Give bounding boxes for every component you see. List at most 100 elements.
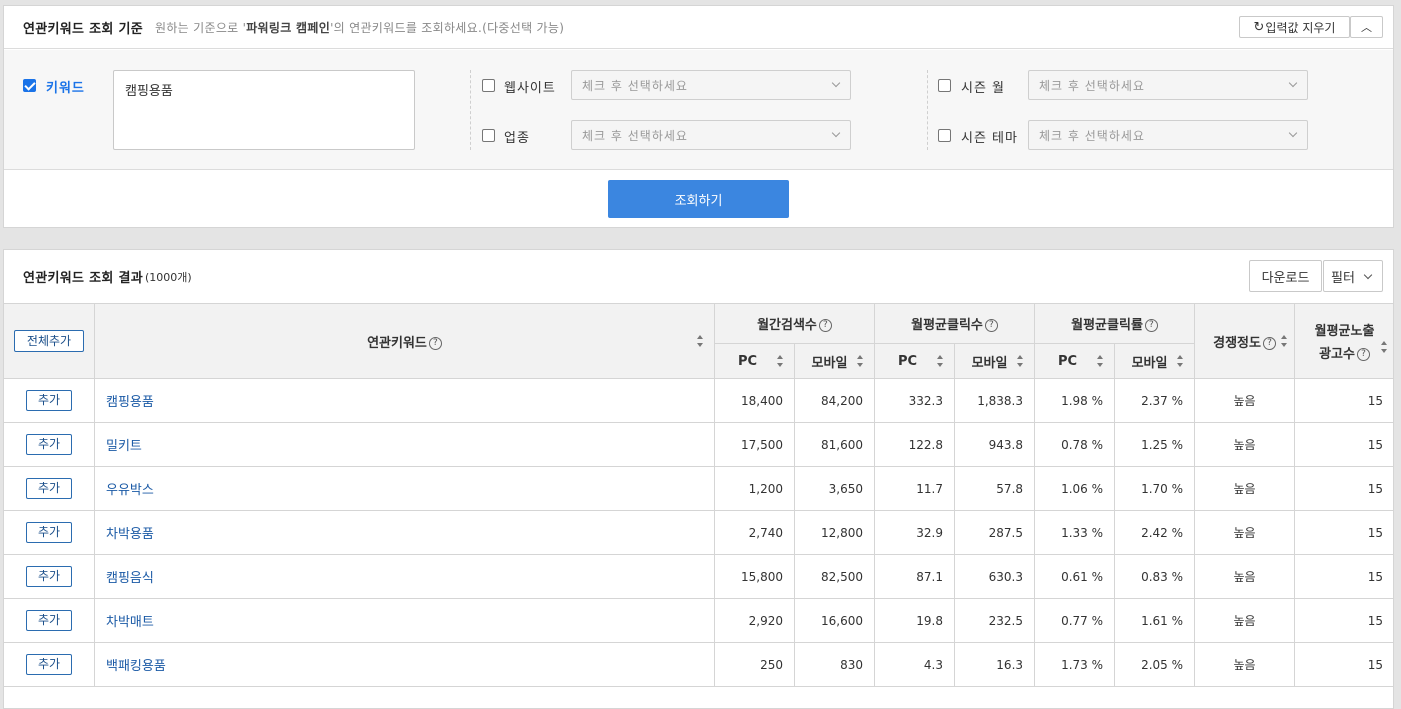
ads-cell: 15	[1294, 378, 1393, 423]
sort-icon[interactable]	[1381, 341, 1388, 353]
season-month-checkbox[interactable]	[938, 79, 951, 92]
pc-search-header[interactable]: PC	[714, 343, 795, 379]
add-keyword-button[interactable]: 추가	[26, 566, 72, 587]
keyword-cell[interactable]: 백패킹용품	[94, 642, 715, 687]
mobile-search-cell: 830	[794, 642, 875, 687]
competition-header[interactable]: 경쟁정도?	[1194, 303, 1296, 379]
download-button[interactable]: 다운로드	[1249, 260, 1322, 292]
add-keyword-button[interactable]: 추가	[26, 478, 72, 499]
pc-search-cell: 250	[714, 642, 795, 687]
keyword-cell[interactable]: 캠핑용품	[94, 378, 715, 423]
table-row: 추가 밀키트 17,500 81,600 122.8 943.8 0.78 % …	[4, 422, 1393, 467]
avg-ads-header[interactable]: 월평균노출 광고수?	[1294, 303, 1393, 379]
website-checkbox[interactable]	[482, 79, 495, 92]
competition-label: 경쟁정도	[1213, 335, 1261, 351]
avg-ads-label-line1: 월평균노출	[1314, 324, 1375, 339]
keyword-cell[interactable]: 차박매트	[94, 598, 715, 643]
pc-search-cell: 2,920	[714, 598, 795, 643]
sort-icon[interactable]	[1017, 355, 1024, 367]
add-keyword-button[interactable]: 추가	[26, 522, 72, 543]
avg-ctr-header: 월평균클릭률?	[1034, 303, 1196, 344]
add-cell: 추가	[4, 510, 95, 555]
competition-cell: 높음	[1194, 510, 1296, 555]
season-theme-checkbox[interactable]	[938, 129, 951, 142]
chevron-down-icon	[1288, 128, 1298, 138]
keyword-cell[interactable]: 우유박스	[94, 466, 715, 511]
season-theme-select-placeholder: 체크 후 선택하세요	[1039, 128, 1145, 143]
sort-icon[interactable]	[1281, 335, 1288, 347]
reset-input-button[interactable]: ↻ 입력값 지우기	[1239, 16, 1350, 38]
sort-icon[interactable]	[937, 355, 944, 367]
add-cell: 추가	[4, 422, 95, 467]
industry-select-placeholder: 체크 후 선택하세요	[582, 128, 688, 143]
help-icon[interactable]: ?	[428, 336, 442, 350]
search-button[interactable]: 조회하기	[608, 180, 789, 218]
table-row: 추가 캠핑용품 18,400 84,200 332.3 1,838.3 1.98…	[4, 378, 1393, 423]
sort-icon[interactable]	[857, 355, 864, 367]
website-select[interactable]: 체크 후 선택하세요	[571, 70, 851, 100]
add-cell: 추가	[4, 378, 95, 423]
add-keyword-button[interactable]: 추가	[26, 654, 72, 675]
add-cell: 추가	[4, 598, 95, 643]
pc-search-cell: 2,740	[714, 510, 795, 555]
add-cell: 추가	[4, 466, 95, 511]
chevron-down-icon	[831, 128, 841, 138]
help-icon[interactable]: ?	[818, 319, 832, 332]
mobile-ctr-header[interactable]: 모바일	[1114, 343, 1196, 379]
filter-label: 필터	[1331, 270, 1355, 286]
search-panel-description: 원하는 기준으로 '파워링크 캠페인'의 연관키워드를 조회하세요.(다중선택 …	[155, 19, 564, 36]
mobile-search-header[interactable]: 모바일	[794, 343, 875, 379]
help-icon[interactable]: ?	[1262, 336, 1276, 350]
add-cell: 추가	[4, 554, 95, 599]
pc-ctr-cell: 1.33 %	[1034, 510, 1116, 555]
mobile-clicks-cell: 630.3	[953, 554, 1036, 599]
mobile-clicks-cell: 16.3	[953, 642, 1036, 687]
help-icon[interactable]: ?	[1144, 319, 1158, 332]
keyword-column-header[interactable]: 연관키워드?	[94, 303, 715, 379]
sort-icon[interactable]	[1177, 355, 1184, 367]
pc-clicks-header[interactable]: PC	[874, 343, 955, 379]
add-keyword-button[interactable]: 추가	[26, 390, 72, 411]
keyword-textarea[interactable]: 캠핑용품	[113, 70, 415, 150]
collapse-button[interactable]: ︿	[1350, 16, 1383, 38]
mobile-search-cell: 81,600	[794, 422, 875, 467]
add-all-button[interactable]: 전체추가	[14, 330, 84, 352]
avg-clicks-header: 월평균클릭수?	[873, 303, 1036, 344]
competition-cell: 높음	[1194, 598, 1296, 643]
mobile-clicks-header[interactable]: 모바일	[953, 343, 1036, 379]
table-row: 추가 캠핑음식 15,800 82,500 87.1 630.3 0.61 % …	[4, 554, 1393, 599]
keyword-cell[interactable]: 캠핑음식	[94, 554, 715, 599]
pc-clicks-cell: 87.1	[874, 554, 955, 599]
help-icon[interactable]: ?	[1356, 348, 1370, 361]
sort-icon[interactable]	[777, 355, 784, 367]
season-theme-select[interactable]: 체크 후 선택하세요	[1028, 120, 1308, 150]
keyword-cell[interactable]: 밀키트	[94, 422, 715, 467]
results-panel: 연관키워드 조회 결과 (1000개) 다운로드 필터 전체추가 연관키워드?	[3, 249, 1394, 709]
pc-search-cell: 18,400	[714, 378, 795, 423]
pc-ctr-header[interactable]: PC	[1034, 343, 1116, 379]
mobile-ctr-cell: 2.05 %	[1114, 642, 1196, 687]
filter-dropdown[interactable]: 필터	[1323, 260, 1383, 292]
add-keyword-button[interactable]: 추가	[26, 610, 72, 631]
chevron-up-icon: ︿	[1361, 21, 1372, 34]
sort-icon[interactable]	[697, 335, 704, 347]
help-icon[interactable]: ?	[984, 319, 998, 332]
keyword-checkbox[interactable]	[23, 79, 36, 92]
industry-checkbox[interactable]	[482, 129, 495, 142]
mobile-clicks-cell: 287.5	[953, 510, 1036, 555]
season-month-select[interactable]: 체크 후 선택하세요	[1028, 70, 1308, 100]
pc-clicks-cell: 32.9	[874, 510, 955, 555]
sort-icon[interactable]	[1097, 355, 1104, 367]
industry-select[interactable]: 체크 후 선택하세요	[571, 120, 851, 150]
table-row: 추가 차박매트 2,920 16,600 19.8 232.5 0.77 % 1…	[4, 598, 1393, 643]
ads-cell: 15	[1294, 598, 1393, 643]
table-row: 추가 차박용품 2,740 12,800 32.9 287.5 1.33 % 2…	[4, 510, 1393, 555]
pc-ctr-cell: 0.61 %	[1034, 554, 1116, 599]
mobile-search-cell: 82,500	[794, 554, 875, 599]
results-title: 연관키워드 조회 결과	[23, 271, 143, 286]
keyword-cell[interactable]: 차박용품	[94, 510, 715, 555]
refresh-icon: ↻	[1253, 19, 1265, 35]
ads-cell: 15	[1294, 642, 1393, 687]
pc-label: PC	[897, 353, 918, 369]
add-keyword-button[interactable]: 추가	[26, 434, 72, 455]
